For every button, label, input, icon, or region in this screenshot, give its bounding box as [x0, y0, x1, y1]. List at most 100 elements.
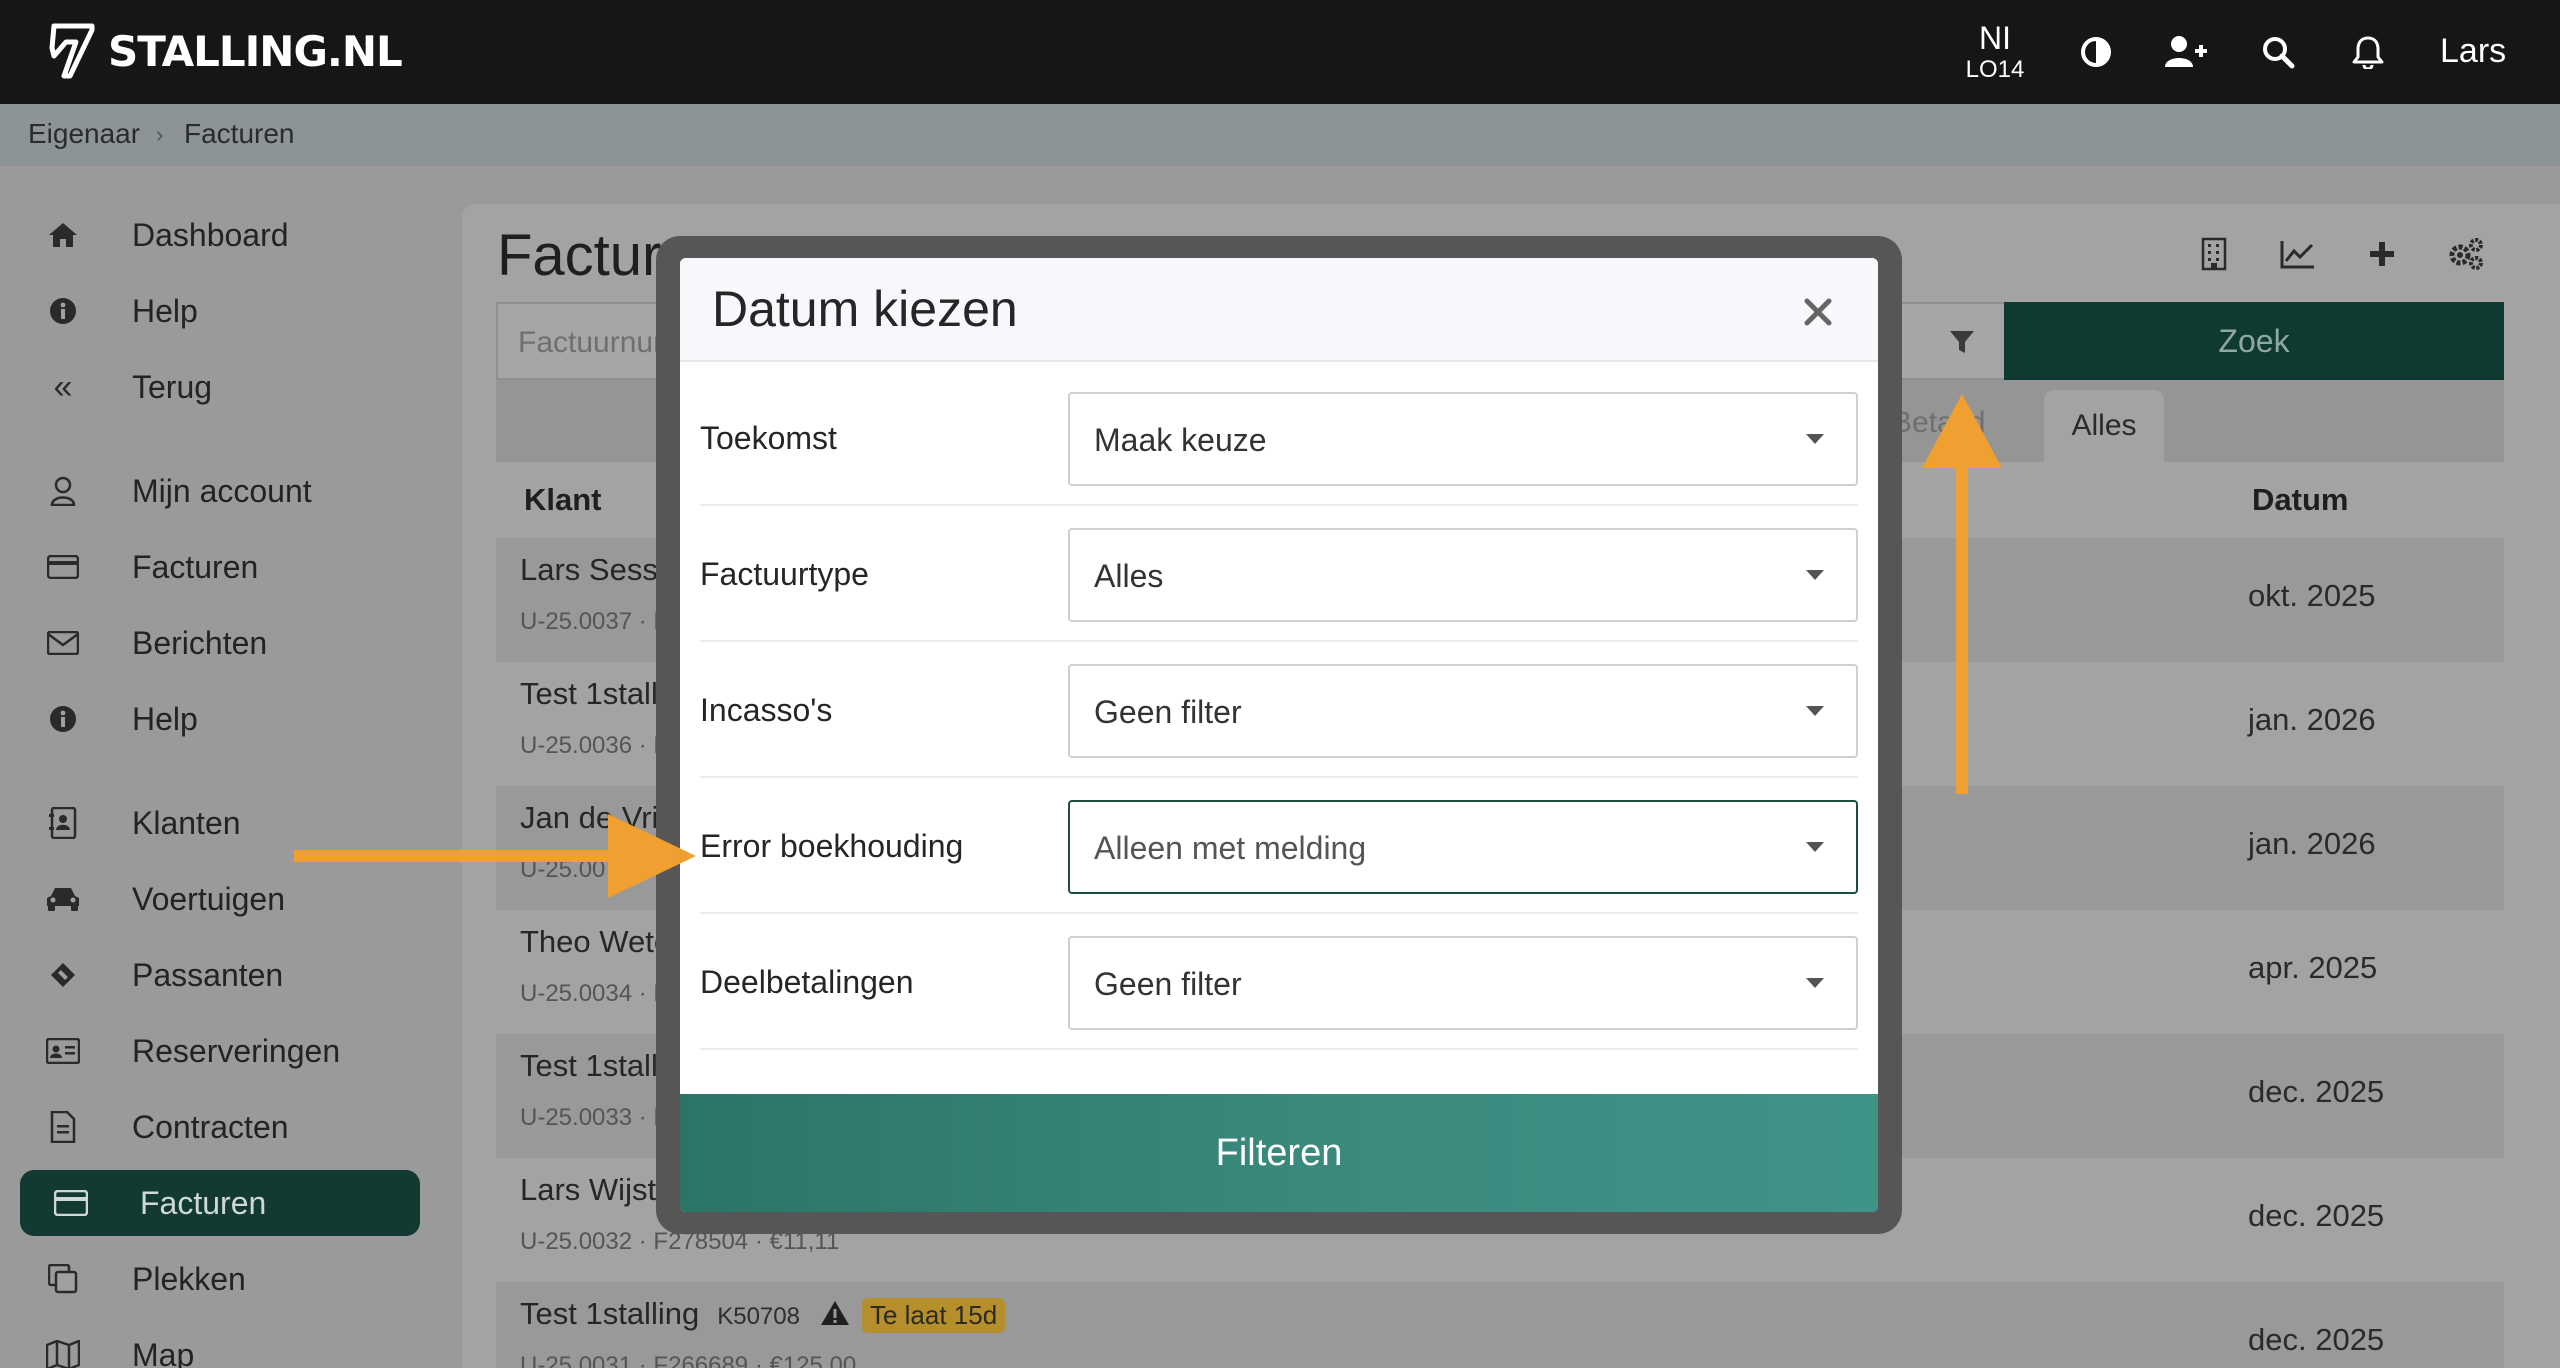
copy-icon — [42, 1264, 84, 1294]
annotation-arrow-right-icon — [294, 814, 696, 898]
sidebar-item-label: Map — [132, 1336, 195, 1368]
filter-row-future: Toekomst Maak keuze — [700, 370, 1858, 506]
id-card-icon — [42, 1038, 84, 1064]
row-invoice-meta: U-25.0031 · F266689 · €125,00 — [520, 1352, 857, 1368]
dialog-title: Datum kiezen — [712, 281, 1018, 337]
annotation-arrow-up-icon — [1922, 394, 2002, 794]
bell-icon[interactable] — [2346, 30, 2390, 74]
caret-down-icon — [1806, 434, 1824, 444]
document-icon — [42, 1111, 84, 1143]
sidebar-item-reservations[interactable]: Reserveringen — [20, 1018, 420, 1084]
direct-debits-select[interactable]: Geen filter — [1068, 664, 1858, 758]
envelope-icon — [42, 631, 84, 655]
sidebar-item-label: Terug — [132, 368, 213, 405]
location-selector[interactable]: NI LO14 — [1960, 22, 2030, 82]
search-icon[interactable] — [2256, 30, 2300, 74]
sidebar-item-label: Passanten — [132, 956, 284, 993]
accounting-error-select[interactable]: Alleen met melding — [1068, 800, 1858, 894]
future-select[interactable]: Maak keuze — [1068, 392, 1858, 486]
column-header-date[interactable]: Datum — [2252, 482, 2348, 518]
sidebar-item-label: Berichten — [132, 624, 268, 661]
column-header-client[interactable]: Klant — [524, 482, 602, 518]
sidebar-item-dashboard[interactable]: Dashboard — [20, 202, 420, 268]
row-client-name: Lars Wijste — [520, 1172, 674, 1207]
row-reference: K50708 — [717, 1303, 800, 1330]
credit-card-icon — [50, 1190, 92, 1216]
plus-icon[interactable] — [2360, 232, 2404, 276]
filter-label: Incasso's — [700, 692, 833, 728]
row-client-name-text: Test 1stalling — [520, 1296, 700, 1331]
add-user-icon[interactable] — [2164, 30, 2208, 74]
sidebar-item-label: Reserveringen — [132, 1032, 341, 1069]
sidebar-item-help[interactable]: Help — [20, 278, 420, 344]
home-icon — [42, 222, 84, 248]
sidebar-item-label: Facturen — [140, 1184, 267, 1221]
close-icon[interactable] — [1800, 294, 1836, 330]
chart-line-icon[interactable] — [2276, 232, 2320, 276]
sidebar-item-back[interactable]: « Terug — [20, 354, 420, 420]
filter-row-invoice-type: Factuurtype Alles — [700, 506, 1858, 642]
dialog-header: Datum kiezen — [680, 258, 1878, 362]
contact-book-icon — [42, 807, 84, 839]
double-chevron-left-icon: « — [53, 367, 73, 406]
filter-submit-button[interactable]: Filteren — [680, 1094, 1878, 1212]
filter-label: Deelbetalingen — [700, 964, 914, 1000]
row-date: okt. 2025 — [2248, 578, 2376, 613]
sidebar-item-contracts[interactable]: Contracten — [20, 1094, 420, 1160]
sidebar-item-label: Facturen — [132, 548, 259, 585]
chevron-right-icon: › — [156, 122, 164, 147]
contrast-icon[interactable] — [2074, 30, 2118, 74]
row-date: jan. 2026 — [2248, 826, 2376, 861]
sidebar-item-passers[interactable]: Passanten — [20, 942, 420, 1008]
caret-down-icon — [1806, 706, 1824, 716]
sidebar-item-map[interactable]: Map — [20, 1322, 420, 1368]
location-code: NI — [1979, 20, 2011, 56]
filter-label: Factuurtype — [700, 556, 869, 592]
filter-label: Error boekhouding — [700, 828, 964, 864]
select-value: Geen filter — [1094, 694, 1242, 730]
sidebar-item-invoices[interactable]: Facturen — [20, 1170, 420, 1236]
row-invoice-meta: U-25.0036 · F — [520, 732, 669, 759]
sidebar-item-label: Help — [132, 292, 198, 329]
filter-dialog: Datum kiezen Toekomst Maak keuze Factuur… — [680, 258, 1878, 1212]
search-button[interactable]: Zoek — [2004, 302, 2504, 380]
sidebar-item-my-account[interactable]: Mijn account — [20, 458, 420, 524]
tab-all[interactable]: Alles — [2044, 390, 2164, 462]
logo[interactable]: STALLING.NL — [46, 20, 403, 82]
breadcrumb-item: Facturen — [184, 118, 295, 149]
breadcrumb-item[interactable]: Eigenaar — [28, 118, 140, 150]
sidebar-item-spots[interactable]: Plekken — [20, 1246, 420, 1312]
sidebar-item-label: Dashboard — [132, 216, 289, 253]
row-invoice-meta: U-25.0034 · F — [520, 980, 669, 1007]
invoice-type-select[interactable]: Alles — [1068, 528, 1858, 622]
filter-icon[interactable] — [1940, 320, 1984, 364]
search-placeholder: Factuurnum — [518, 326, 679, 359]
car-icon — [42, 886, 84, 912]
sidebar-item-help-2[interactable]: Help — [20, 686, 420, 752]
logo-text: STALLING.NL — [108, 26, 403, 76]
row-client-name: Test 1stalling K50708 Te laat 15d — [520, 1296, 1006, 1334]
sidebar-item-messages[interactable]: Berichten — [20, 610, 420, 676]
sidebar: Dashboard Help « Terug Mijn account Fact… — [0, 166, 460, 1368]
select-value: Alles — [1094, 558, 1164, 594]
status-badge: Te laat 15d — [861, 1298, 1006, 1334]
sidebar-item-label: Voertuigen — [132, 880, 286, 917]
table-row[interactable]: Test 1stalling K50708 Te laat 15d U-25.003… — [496, 1282, 2504, 1368]
sidebar-item-invoices-account[interactable]: Facturen — [20, 534, 420, 600]
row-invoice-meta: U-25.0037 · F — [520, 608, 669, 635]
row-date: dec. 2025 — [2248, 1198, 2385, 1233]
row-date: dec. 2025 — [2248, 1322, 2385, 1357]
caret-down-icon — [1806, 978, 1824, 988]
partial-payments-select[interactable]: Geen filter — [1068, 936, 1858, 1030]
row-date: dec. 2025 — [2248, 1074, 2385, 1109]
select-value: Geen filter — [1094, 966, 1242, 1002]
select-value: Maak keuze — [1094, 422, 1267, 458]
user-menu[interactable]: Lars — [2440, 32, 2506, 71]
gears-icon[interactable] — [2444, 232, 2488, 276]
building-icon[interactable] — [2192, 232, 2236, 276]
warning-icon — [820, 1298, 850, 1334]
map-icon — [42, 1340, 84, 1368]
filter-row-direct-debits: Incasso's Geen filter — [700, 642, 1858, 778]
caret-down-icon — [1806, 842, 1824, 852]
row-invoice-meta: U-25.0033 · F — [520, 1104, 669, 1131]
